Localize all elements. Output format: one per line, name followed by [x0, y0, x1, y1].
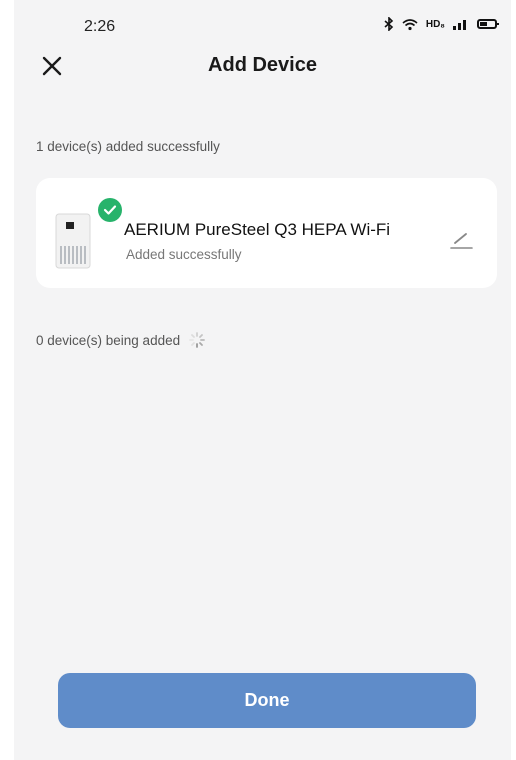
bluetooth-icon: [384, 17, 394, 31]
page-title: Add Device: [208, 54, 317, 76]
adding-count-label: 0 device(s) being added: [36, 332, 181, 348]
battery-icon: [477, 19, 499, 29]
device-name: AERIUM PureSteel Q3 HEPA Wi-Fi: [124, 220, 391, 239]
device-card[interactable]: AERIUM PureSteel Q3 HEPA Wi-Fi Added suc…: [36, 178, 497, 288]
done-button[interactable]: Done: [58, 673, 476, 728]
wifi-icon: [402, 18, 418, 31]
hd-icon: HD₈: [425, 18, 445, 30]
edit-name-button[interactable]: [448, 228, 474, 250]
check-icon: [98, 198, 122, 222]
pencil-icon: [450, 233, 473, 249]
device-status: Added successfully: [126, 247, 242, 262]
loading-spinner-icon: [189, 332, 206, 348]
status-time: 2:26: [84, 18, 116, 35]
adding-count-row: 0 device(s) being added: [36, 331, 206, 349]
added-count-label: 1 device(s) added successfully: [36, 139, 220, 154]
add-device-screen: 2:26 HD₈ Add Device 1 device(s) added su…: [14, 0, 511, 760]
status-icons: HD₈: [384, 17, 499, 31]
signal-icon: [453, 18, 469, 30]
air-purifier-image: [55, 213, 91, 269]
